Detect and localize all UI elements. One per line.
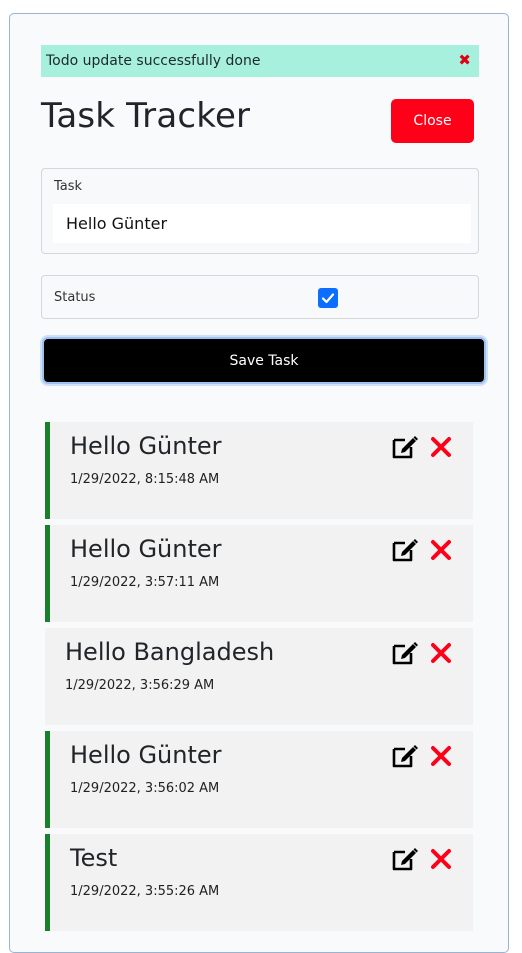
x-icon[interactable] (427, 846, 455, 872)
status-field-group: Status (41, 275, 479, 319)
task-date: 1/29/2022, 3:55:26 AM (70, 884, 220, 899)
task-date: 1/29/2022, 3:56:29 AM (65, 678, 215, 693)
task-date: 1/29/2022, 8:15:48 AM (70, 472, 220, 487)
task-tracker-card: Todo update successfully done ✖ Task Tra… (9, 13, 509, 953)
edit-icon[interactable] (391, 640, 419, 666)
alert-message: Todo update successfully done (46, 53, 261, 69)
task-item[interactable]: Hello Günter 1/29/2022, 3:56:02 AM (45, 731, 473, 828)
task-title: Hello Günter (70, 741, 222, 769)
status-label: Status (54, 290, 96, 305)
task-item[interactable]: Hello Günter 1/29/2022, 3:57:11 AM (45, 525, 473, 622)
task-label: Task (54, 179, 83, 194)
edit-icon[interactable] (391, 743, 419, 769)
checkmark-icon (321, 293, 335, 304)
x-icon[interactable] (427, 537, 455, 563)
task-actions (391, 846, 455, 872)
task-field-group: Task (41, 168, 479, 254)
task-date: 1/29/2022, 3:56:02 AM (70, 781, 220, 796)
task-title: Test (70, 844, 118, 872)
page-title: Task Tracker (41, 96, 251, 136)
save-task-button[interactable]: Save Task (42, 337, 486, 384)
task-title: Hello Günter (70, 535, 222, 563)
task-input[interactable] (53, 204, 471, 243)
edit-icon[interactable] (391, 434, 419, 460)
task-title: Hello Günter (70, 432, 222, 460)
task-item[interactable]: Hello Günter 1/29/2022, 8:15:48 AM (45, 422, 473, 519)
edit-icon[interactable] (391, 846, 419, 872)
x-icon[interactable] (427, 434, 455, 460)
status-checkbox[interactable] (318, 288, 338, 308)
task-item[interactable]: Test 1/29/2022, 3:55:26 AM (45, 834, 473, 931)
task-actions (391, 434, 455, 460)
success-alert: Todo update successfully done ✖ (41, 45, 479, 77)
task-title: Hello Bangladesh (65, 638, 275, 666)
x-icon[interactable] (427, 743, 455, 769)
edit-icon[interactable] (391, 537, 419, 563)
task-actions (391, 640, 455, 666)
task-item[interactable]: Hello Bangladesh 1/29/2022, 3:56:29 AM (45, 628, 473, 725)
task-actions (391, 537, 455, 563)
x-icon[interactable] (427, 640, 455, 666)
alert-close-icon[interactable]: ✖ (458, 52, 471, 68)
task-actions (391, 743, 455, 769)
close-button[interactable]: Close (391, 99, 474, 143)
task-date: 1/29/2022, 3:57:11 AM (70, 575, 220, 590)
task-list: Hello Günter 1/29/2022, 8:15:48 AM Hello… (45, 422, 473, 937)
